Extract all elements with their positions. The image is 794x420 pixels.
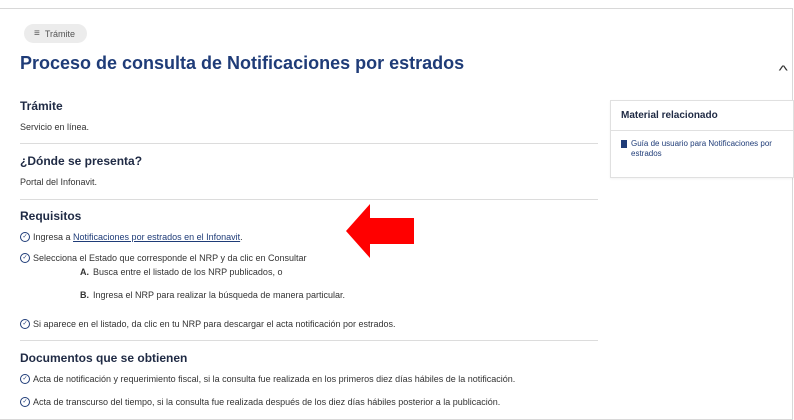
step2-option-b: B. Ingresa el NRP para realizar la búsque…: [80, 290, 345, 300]
divider: [20, 199, 598, 200]
step2-option-a: A. Busca entre el listado de los NRP publ…: [80, 267, 282, 277]
card-heading: Material relacionado: [611, 101, 793, 131]
option-a-text: Busca entre el listado de los NRP public…: [93, 267, 283, 277]
donde-heading: ¿Dónde se presenta?: [20, 154, 143, 168]
divider: [20, 340, 598, 341]
documento-item-2: ✓ Acta de transcurso del tiempo, si la c…: [20, 397, 500, 407]
check-circle-icon: ✓: [20, 397, 30, 407]
tramite-badge: ≡ Trámite: [24, 24, 88, 43]
documentos-heading: Documentos que se obtienen: [20, 351, 188, 365]
badge-label: Trámite: [44, 28, 76, 39]
documento-2-text: Acta de transcurso del tiempo, si la con…: [33, 397, 501, 407]
documento-1-text: Acta de notificación y requerimiento fis…: [33, 374, 516, 384]
requisito-step-3: ✓ Si aparece en el listado, da clic en t…: [20, 319, 396, 329]
divider: [20, 143, 598, 144]
step3-text: Si aparece en el listado, da clic en tu …: [33, 319, 396, 329]
tramite-text: Servicio en línea.: [20, 122, 90, 132]
requisito-step-1: ✓ Ingresa a Notificaciones por estrados …: [20, 232, 243, 242]
tramite-heading: Trámite: [20, 99, 63, 113]
requisito-step-2: ✓ Selecciona el Estado que corresponde e…: [20, 253, 307, 263]
requisitos-heading: Requisitos: [20, 209, 82, 223]
check-circle-icon: ✓: [20, 232, 30, 242]
check-circle-icon: ✓: [20, 319, 30, 329]
option-a-letter: A.: [80, 267, 89, 277]
option-b-text: Ingresa el NRP para realizar la búsqueda…: [93, 290, 345, 300]
step2-text: Selecciona el Estado que corresponde el …: [33, 253, 307, 263]
guia-usuario-link[interactable]: Guía de usuario para Notificaciones por …: [611, 131, 793, 167]
documento-item-1: ✓ Acta de notificación y requerimiento f…: [20, 374, 515, 384]
notificaciones-link[interactable]: Notificaciones por estrados en el Infona…: [73, 232, 240, 242]
option-b-letter: B.: [80, 290, 89, 300]
step1-prefix: Ingresa a: [33, 232, 74, 242]
page-title: Proceso de consulta de Notificaciones po…: [20, 53, 465, 73]
chevron-up-icon[interactable]: ^: [779, 62, 788, 78]
check-circle-icon: ✓: [20, 374, 30, 384]
arrow-left-icon: [346, 204, 414, 258]
material-relacionado-card: Material relacionado Guía de usuario par…: [610, 100, 794, 178]
check-circle-icon: ✓: [20, 253, 30, 263]
donde-text: Portal del Infonavit.: [20, 177, 98, 187]
guia-link-text[interactable]: Guía de usuario para Notificaciones por …: [631, 139, 783, 159]
document-icon: ≡: [34, 28, 40, 39]
file-icon: [621, 140, 627, 148]
step1-suffix: .: [240, 232, 243, 242]
